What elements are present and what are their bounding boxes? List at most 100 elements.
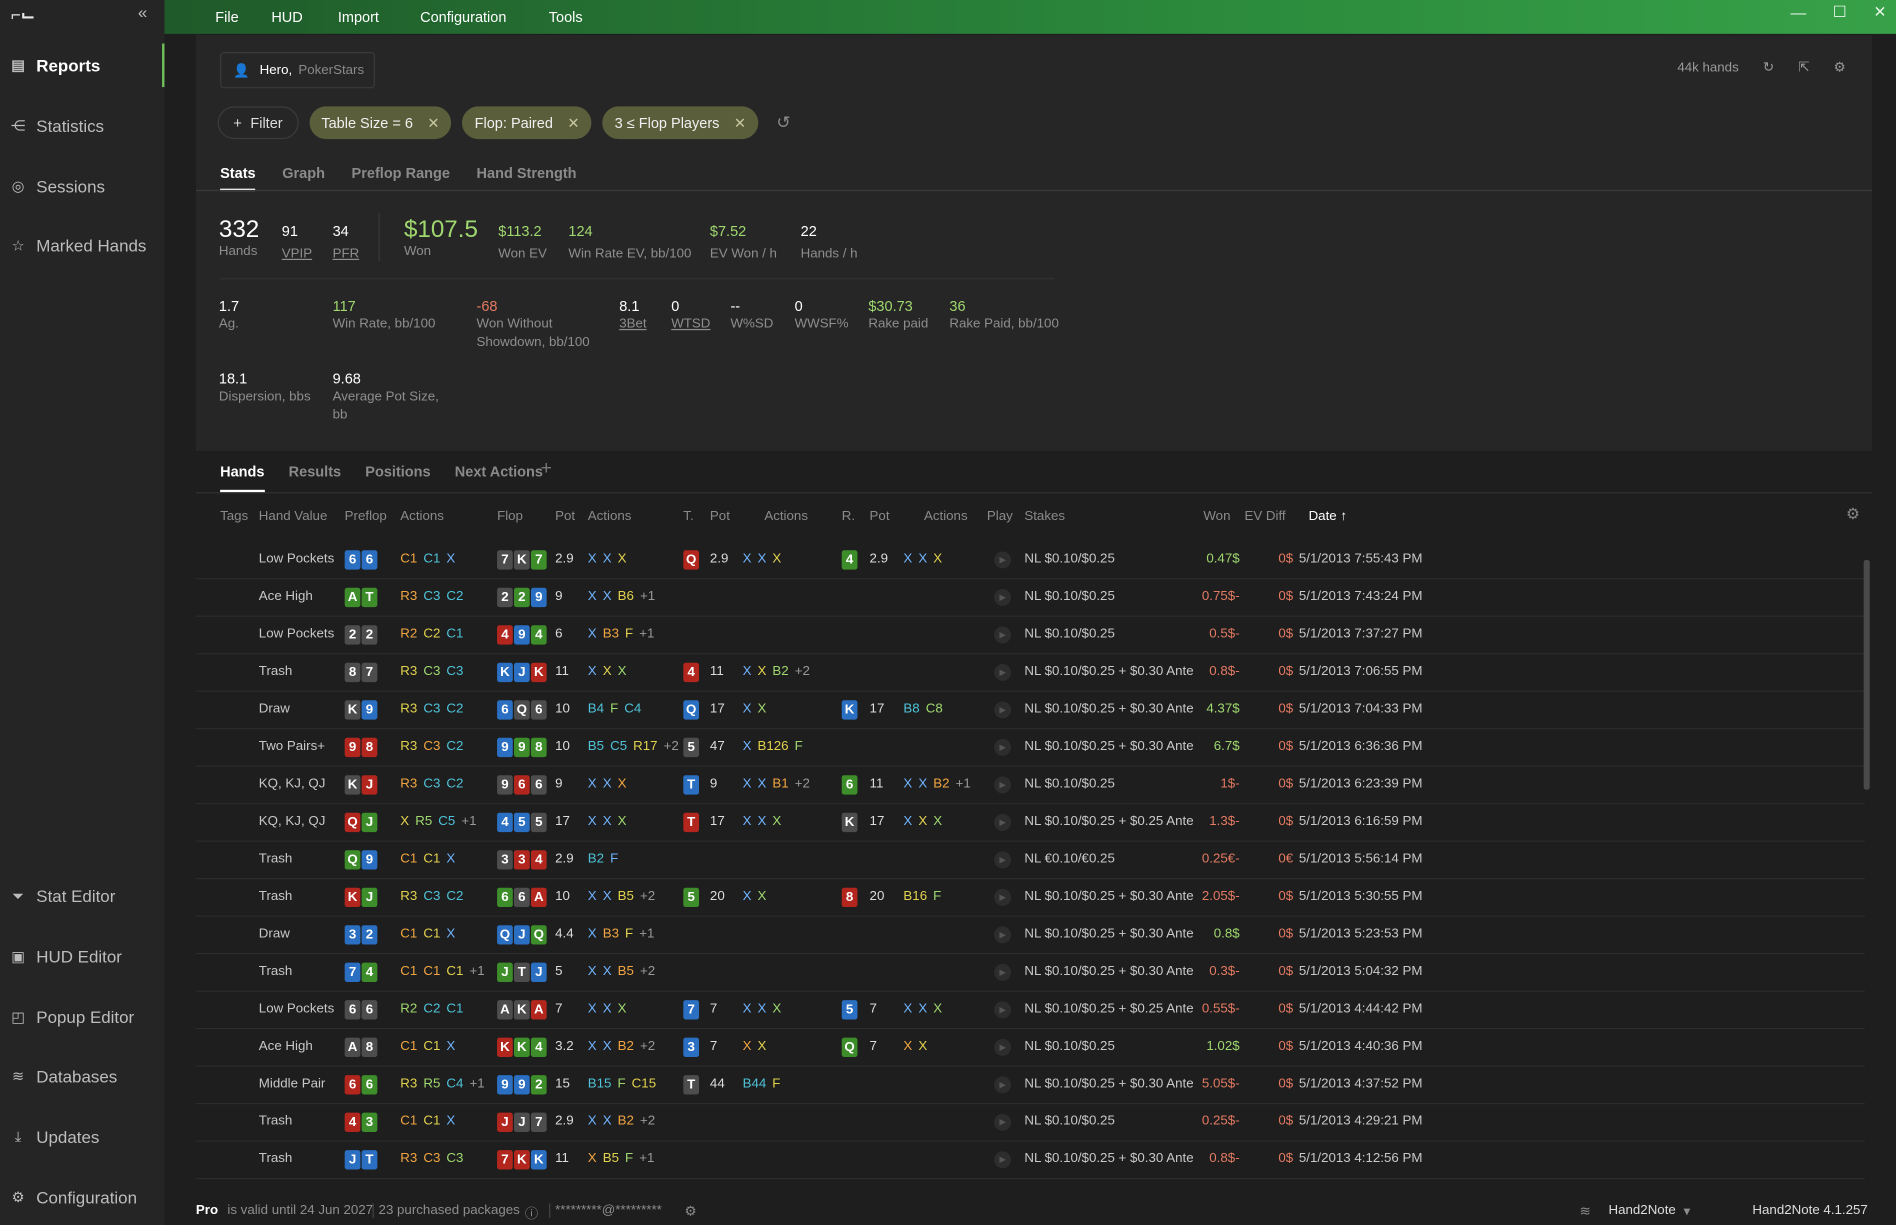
stat-wtsd[interactable]: 0 WTSD [671,298,710,334]
stat-3bet[interactable]: 8.1 3Bet [619,298,646,334]
sidebar-item-popup-editor[interactable]: ◰ Popup Editor [0,995,164,1039]
table-row[interactable]: Trash 8 7 R3 C3 C3 K J K 11 X X X 4 11 X X B2 +2 ▶ NL $0.10/… [195,654,1865,692]
tab-next-actions[interactable]: Next Actions [455,463,543,492]
replay-icon[interactable]: ▶ [994,963,1012,981]
replay-icon[interactable]: ▶ [994,1151,1012,1169]
table-row[interactable]: Ace High A T R3 C3 C2 2 2 9 9 X X B6 +1 ▶ NL $0.10/$0.2… [195,579,1865,617]
sidebar-item-sessions[interactable]: ◎ Sessions [0,164,164,208]
action-token[interactable]: +1 [956,776,971,791]
export-icon[interactable]: ⇱ [1798,59,1809,75]
replay-icon[interactable]: ▶ [994,1113,1012,1131]
sidebar-item-reports[interactable]: ▤ Reports [0,43,165,88]
table-row[interactable]: Trash Q 9 C1 C1 X 3 3 4 2.9 B2 F ▶ NL €0.10/€0.25 -0.2… [195,842,1865,880]
column-header[interactable]: Actions [764,509,808,524]
menu-hud[interactable]: HUD [271,8,302,25]
action-token[interactable]: +2 [795,664,810,679]
column-header[interactable]: Actions [588,509,632,524]
action-token[interactable]: +1 [639,926,654,941]
chevron-down-icon[interactable]: ▾ [1683,1203,1690,1220]
minimize-icon[interactable]: — [1790,3,1806,21]
table-row[interactable]: Low Pockets 6 6 R2 C2 C1 A K A 7 X X X 7 7 X X X 5 7 X X X ▶ NL … [195,992,1865,1030]
column-header[interactable]: Flop [497,509,523,524]
action-token[interactable]: +1 [640,589,655,604]
table-row[interactable]: Draw K 9 R3 C3 C2 6 Q 6 10 B4 F C4 Q 17 X X K 17 B8 C8 ▶ NL $0… [195,692,1865,730]
sidebar-item-statistics[interactable]: ⋲ Statistics [0,104,164,148]
action-token[interactable]: +2 [640,1114,655,1129]
replay-icon[interactable]: ▶ [994,813,1012,831]
tab-results[interactable]: Results [289,463,341,492]
stat-pfr[interactable]: 34 PFR [333,223,360,264]
table-row[interactable]: Trash J T R3 C3 C3 7 K K 11 X B5 F +1 ▶ NL $0.10/$0.25 … [195,1142,1865,1180]
action-token[interactable]: +2 [640,889,655,904]
tab-preflop-range[interactable]: Preflop Range [352,164,450,191]
menu-tools[interactable]: Tools [549,8,583,25]
table-row[interactable]: Low Pockets 6 6 C1 C1 X 7 K 7 2.9 X X X Q 2.9 X X X 4 2.9 X X… [195,542,1865,580]
column-header[interactable]: EV Diff [1244,509,1285,524]
replay-icon[interactable]: ▶ [994,663,1012,681]
settings-icon[interactable]: ⚙ [1834,59,1846,75]
action-token[interactable]: +2 [640,1039,655,1054]
database-selector[interactable]: Hand2Note [1609,1203,1676,1218]
table-row[interactable]: Trash K J R3 C3 C2 6 6 A 10 X X B5 +2 5 20 X X 8 20 B16 F ▶ NL … [195,879,1865,917]
column-header[interactable]: Hand Value [259,509,328,524]
tab-hands[interactable]: Hands [220,463,265,493]
replay-icon[interactable]: ▶ [994,926,1012,944]
stat-vpip[interactable]: 91 VPIP [282,223,312,264]
add-filter-button[interactable]: + Filter [217,106,299,140]
replay-icon[interactable]: ▶ [994,1038,1012,1056]
replay-icon[interactable]: ▶ [994,701,1012,719]
menu-import[interactable]: Import [338,8,379,25]
table-row[interactable]: Draw 3 2 C1 C1 X Q J Q 4.4 X B3 F +1 ▶ NL $0.10/$0.25 +… [195,917,1865,955]
remove-filter-icon[interactable]: ✕ [427,114,439,131]
column-header[interactable]: Tags [220,509,248,524]
tab-hand-strength[interactable]: Hand Strength [477,164,577,191]
action-token[interactable]: +1 [461,814,476,829]
menu-configuration[interactable]: Configuration [420,8,506,25]
tab-positions[interactable]: Positions [365,463,430,492]
action-token[interactable]: +2 [664,739,679,754]
packages-count[interactable]: 23 purchased packages [372,1203,520,1218]
scrollbar[interactable] [1863,559,1870,790]
replay-icon[interactable]: ▶ [994,851,1012,869]
table-row[interactable]: KQ, KJ, QJ K J R3 C3 C2 9 6 6 9 X X X T 9 X X B1 +2 6 11 X X B2… [195,767,1865,805]
column-header[interactable]: Stakes [1024,509,1065,524]
action-token[interactable]: +2 [795,776,810,791]
replay-icon[interactable]: ▶ [994,888,1012,906]
table-row[interactable]: Two Pairs+ 9 8 R3 C3 C2 9 9 8 10 B5 C5 R17 +2 5 47 X B126… [195,729,1865,767]
table-row[interactable]: Trash 4 3 C1 C1 X J J 7 2.9 X X B2 +2 ▶ NL $0.10/$0.25-… [195,1104,1865,1142]
menu-file[interactable]: File [215,8,238,25]
action-token[interactable]: +1 [639,626,654,641]
column-header[interactable]: R. [842,509,855,524]
refresh-icon[interactable]: ↻ [1763,59,1774,75]
account-settings-icon[interactable]: ⚙ [685,1203,697,1220]
maximize-icon[interactable]: ☐ [1833,2,1847,21]
sidebar-item-hud-editor[interactable]: ▣ HUD Editor [0,935,164,979]
remove-filter-icon[interactable]: ✕ [734,114,746,131]
info-icon[interactable]: ⓘ [525,1203,538,1222]
replay-icon[interactable]: ▶ [994,776,1012,794]
filter-chip[interactable]: 3 ≤ Flop Players ✕ [602,106,759,140]
sidebar-item-configuration[interactable]: ⚙ Configuration [0,1176,164,1220]
reset-filters-icon[interactable]: ↺ [776,112,790,133]
tab-stats[interactable]: Stats [220,164,256,192]
column-header[interactable]: Actions [924,509,968,524]
replay-icon[interactable]: ▶ [994,1076,1012,1094]
table-row[interactable]: KQ, KJ, QJ Q J X R5 C5 +1 4 5 5 17 X X X T 17 X X X K 17 X X X ▶… [195,804,1865,842]
replay-icon[interactable]: ▶ [994,626,1012,644]
column-header[interactable]: T. [683,509,693,524]
add-tab-icon[interactable]: + [541,458,552,480]
player-selector[interactable]: 👤 Hero, PokerStars [220,52,375,89]
filter-chip[interactable]: Flop: Paired ✕ [462,106,592,140]
column-header[interactable]: Pot [710,509,730,524]
replay-icon[interactable]: ▶ [994,551,1012,569]
column-header[interactable]: Actions [400,509,444,524]
sidebar-item-stat-editor[interactable]: ⏷ Stat Editor [0,874,164,918]
replay-icon[interactable]: ▶ [994,1001,1012,1019]
replay-icon[interactable]: ▶ [994,738,1012,756]
action-token[interactable]: +1 [469,1076,484,1091]
action-token[interactable]: +1 [469,964,484,979]
sidebar-item-updates[interactable]: ⤓ Updates [0,1115,164,1159]
table-settings-icon[interactable]: ⚙ [1846,504,1860,523]
column-header[interactable]: Pot [555,509,575,524]
remove-filter-icon[interactable]: ✕ [567,114,579,131]
